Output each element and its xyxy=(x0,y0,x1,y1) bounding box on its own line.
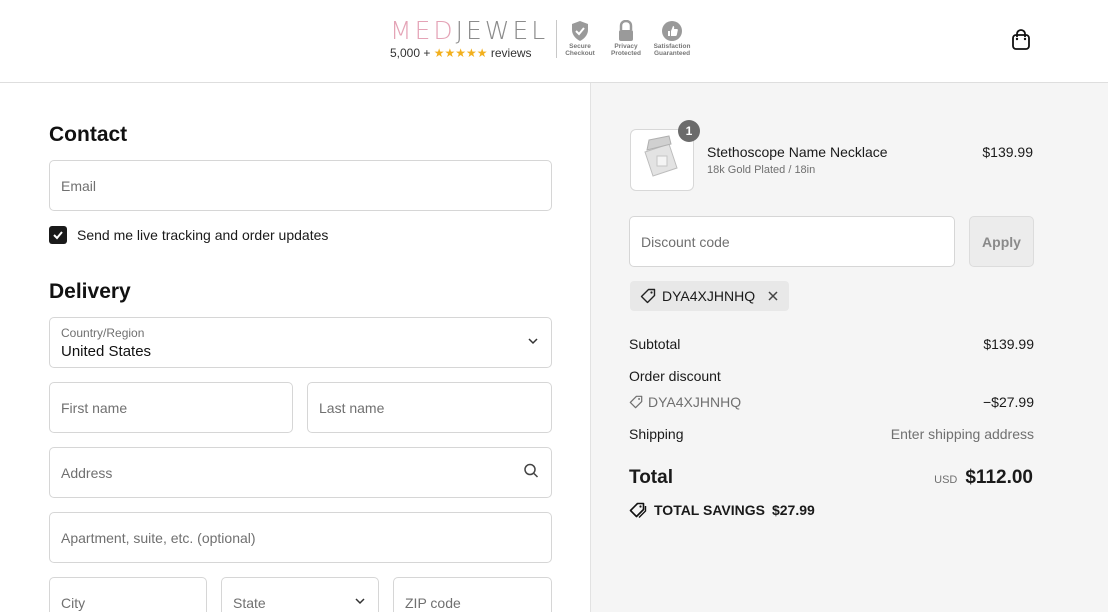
brand-name-part2: JEWEL xyxy=(455,16,549,45)
trust-badge-privacy: Privacy Protected xyxy=(606,20,646,57)
order-discount-label: Order discount xyxy=(629,368,721,384)
product-name: Stethoscope Name Necklace xyxy=(707,144,888,160)
checkmark-icon xyxy=(53,231,63,240)
badge-label: Secure Checkout xyxy=(565,43,595,57)
shipping-row: Shipping Enter shipping address xyxy=(629,426,1034,442)
search-icon xyxy=(523,462,539,483)
tag-icon xyxy=(629,502,647,518)
thumbs-up-icon xyxy=(662,21,682,41)
address-field[interactable]: Address xyxy=(49,447,552,498)
last-name-field[interactable]: Last name xyxy=(307,382,552,433)
badge-label: Privacy Protected xyxy=(611,43,641,57)
updates-checkbox-label: Send me live tracking and order updates xyxy=(77,227,329,243)
city-field[interactable]: City xyxy=(49,577,207,612)
zip-placeholder: ZIP code xyxy=(405,594,461,611)
checkout-form: Contact Email Send me live tracking and … xyxy=(0,83,590,612)
zip-field[interactable]: ZIP code xyxy=(393,577,552,612)
currency-code: USD xyxy=(934,474,958,486)
applied-code-text: DYA4XJHNHQ xyxy=(662,288,756,304)
delivery-heading: Delivery xyxy=(49,280,131,303)
product-variant: 18k Gold Plated / 18in xyxy=(707,164,816,176)
lock-icon xyxy=(619,20,633,41)
trust-badge-secure: Secure Checkout xyxy=(560,20,600,57)
country-select[interactable]: Country/Region United States xyxy=(49,317,552,368)
shopping-bag-icon xyxy=(1012,29,1030,50)
brand-logo[interactable]: MEDJEWEL 5,000 + ★★★★★ reviews xyxy=(390,16,550,61)
country-label: Country/Region xyxy=(61,326,145,340)
tag-icon xyxy=(640,288,656,304)
cart-button[interactable] xyxy=(1008,27,1034,53)
discount-code-placeholder: Discount code xyxy=(641,233,730,250)
total-label: Total xyxy=(629,467,673,488)
shipping-label: Shipping xyxy=(629,426,684,442)
brand-name-part1: MED xyxy=(390,16,456,45)
subtotal-label: Subtotal xyxy=(629,336,681,352)
discount-code-field[interactable]: Discount code xyxy=(629,216,955,267)
badge-label: Satisfaction Guaranteed xyxy=(653,43,691,57)
trust-badges: Secure Checkout Privacy Protected Satisf… xyxy=(560,20,692,57)
close-icon xyxy=(768,291,778,301)
reviews-summary: 5,000 + ★★★★★ reviews xyxy=(390,46,550,60)
updates-checkbox[interactable] xyxy=(49,226,67,244)
state-placeholder: State xyxy=(233,594,266,611)
shield-check-icon xyxy=(572,21,588,41)
savings-label: TOTAL SAVINGS xyxy=(654,502,765,518)
star-rating-icon: ★★★★★ xyxy=(433,46,488,60)
address-placeholder: Address xyxy=(61,464,113,481)
shipping-value: Enter shipping address xyxy=(890,426,1034,442)
chevron-down-icon xyxy=(354,594,366,612)
trust-badge-satisfaction: Satisfaction Guaranteed xyxy=(652,20,692,57)
apply-discount-button[interactable]: Apply xyxy=(969,216,1034,267)
total-value: $112.00 xyxy=(965,467,1033,488)
applied-discount-chip: DYA4XJHNHQ xyxy=(630,281,790,311)
email-placeholder: Email xyxy=(61,177,97,194)
tag-icon xyxy=(629,395,643,409)
total-amount: USD $112.00 xyxy=(934,467,1033,489)
savings-value: $27.99 xyxy=(771,502,815,518)
subtotal-value: $139.99 xyxy=(983,336,1034,352)
updates-checkbox-row[interactable]: Send me live tracking and order updates xyxy=(49,226,328,244)
chevron-down-icon xyxy=(527,334,539,352)
apartment-field[interactable]: Apartment, suite, etc. (optional) xyxy=(49,512,552,563)
order-discount-row: Order discount xyxy=(629,368,1034,384)
total-savings: TOTAL SAVINGS $27.99 xyxy=(629,502,815,518)
city-placeholder: City xyxy=(61,594,86,611)
first-name-field[interactable]: First name xyxy=(49,382,293,433)
quantity-badge: 1 xyxy=(678,120,700,142)
logo-divider xyxy=(556,20,557,58)
subtotal-row: Subtotal $139.99 xyxy=(629,336,1034,352)
first-name-placeholder: First name xyxy=(61,399,128,416)
order-summary: 1 Stethoscope Name Necklace 18k Gold Pla… xyxy=(590,83,1108,612)
product-price: $139.99 xyxy=(982,144,1033,160)
email-field[interactable]: Email xyxy=(49,160,552,211)
reviews-count: 5,000 + xyxy=(390,46,431,60)
state-select[interactable]: State xyxy=(221,577,379,612)
last-name-placeholder: Last name xyxy=(319,399,385,416)
order-discount-code-row: DYA4XJHNHQ −$27.99 xyxy=(629,394,1034,412)
apartment-placeholder: Apartment, suite, etc. (optional) xyxy=(61,529,256,546)
reviews-label: reviews xyxy=(490,46,532,60)
order-discount-code: DYA4XJHNHQ xyxy=(648,394,742,410)
country-value: United States xyxy=(61,343,152,360)
remove-discount-button[interactable] xyxy=(767,290,779,302)
checkout-header: MEDJEWEL 5,000 + ★★★★★ reviews Secure Ch… xyxy=(0,0,1108,83)
order-discount-value: −$27.99 xyxy=(983,394,1034,410)
contact-heading: Contact xyxy=(49,123,128,146)
